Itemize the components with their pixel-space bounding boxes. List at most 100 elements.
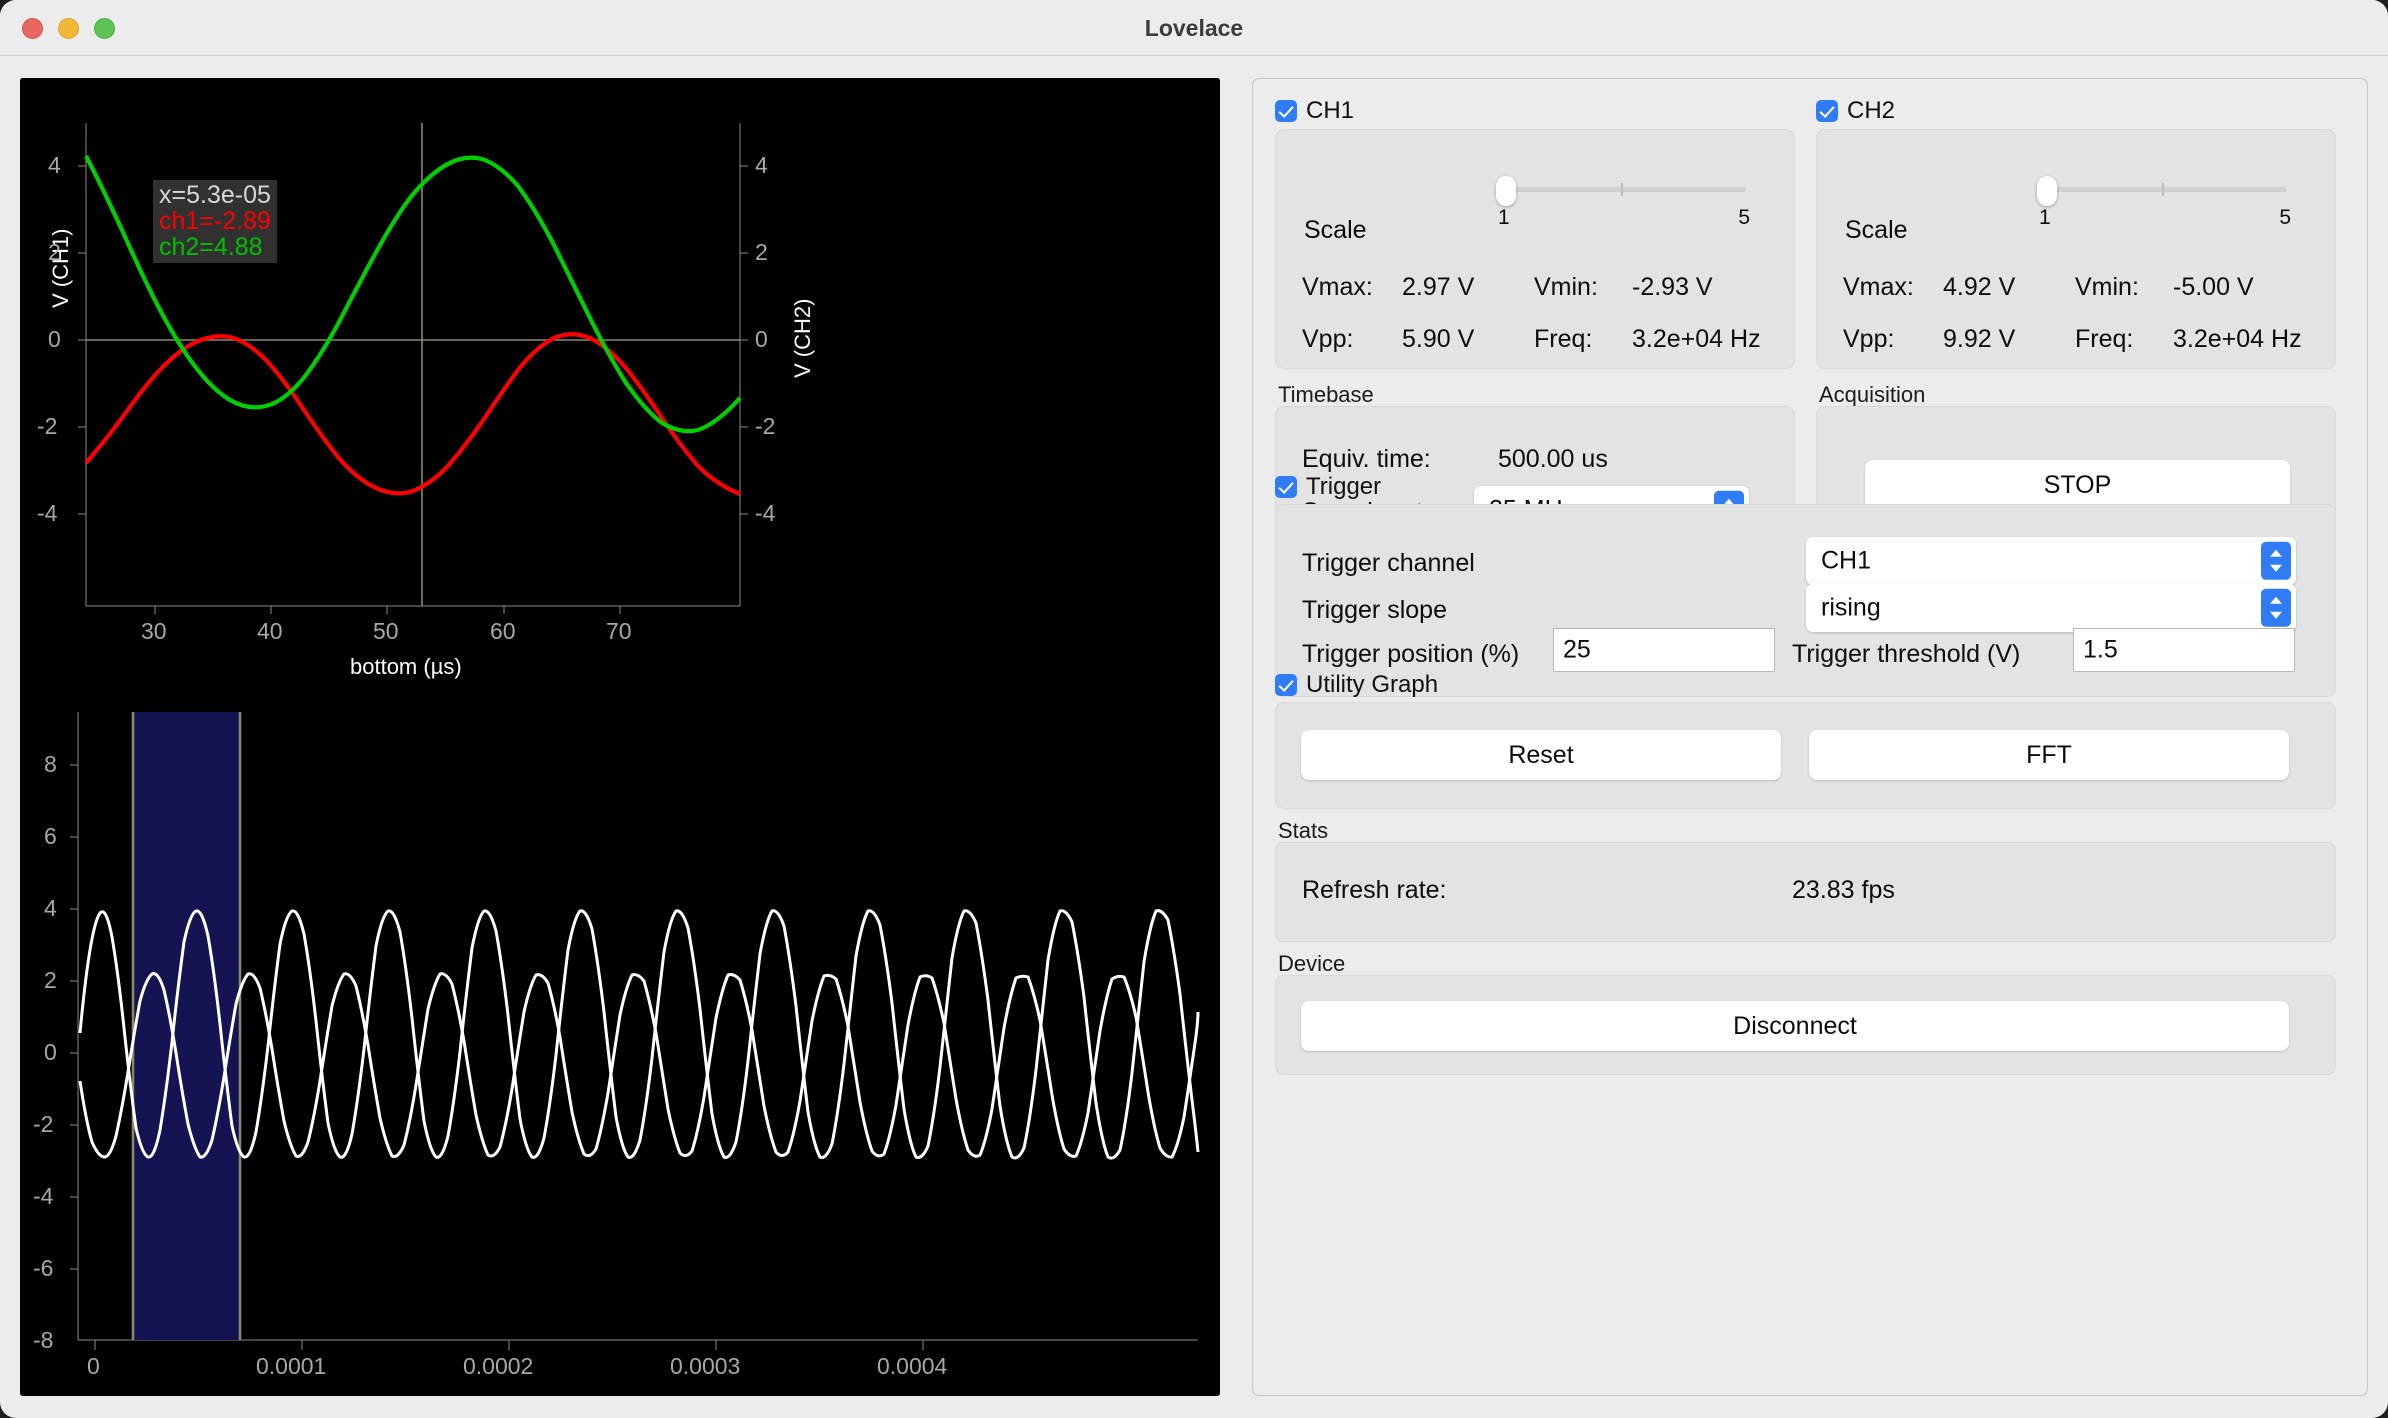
stop-button[interactable]: STOP — [1865, 460, 2290, 510]
util-xtick-0.0003: 0.0003 — [670, 1353, 741, 1379]
slider-midtick-icon — [1621, 183, 1623, 196]
refresh-rate-value: 23.83 fps — [1792, 876, 1895, 904]
util-xtick-0.0002: 0.0002 — [463, 1353, 534, 1379]
right-ytick-neg4: -4 — [755, 500, 776, 526]
stats-group: Refresh rate: 23.83 fps — [1275, 842, 2336, 942]
ch1-enable-checkbox[interactable]: CH1 — [1275, 97, 1354, 125]
trigger-position-value: 25 — [1563, 635, 1591, 664]
util-ytick-neg4: -4 — [33, 1183, 54, 1209]
slider-knob[interactable] — [1496, 176, 1516, 206]
trigger-threshold-input[interactable]: 1.5 — [2073, 628, 2295, 672]
ch2-scale-slider[interactable]: 1 5 — [2037, 176, 2291, 229]
left-ytick-neg2: -2 — [37, 413, 58, 439]
stepper-chevrons-icon[interactable] — [2261, 541, 2291, 581]
right-ytick-neg2: -2 — [755, 413, 776, 439]
ch1-scale-min: 1 — [1498, 206, 1510, 229]
utility-overview-svg — [20, 690, 1220, 1396]
cursor-readout: x=5.3e-05 ch1=-2.89 ch2=4.88 — [153, 180, 277, 263]
device-title: Device — [1278, 951, 1346, 976]
fft-button[interactable]: FFT — [1809, 730, 2289, 780]
ch1-scale-label: Scale — [1304, 216, 1367, 244]
trigger-channel-label: Trigger channel — [1302, 549, 1475, 577]
ch2-freq-value: 3.2e+04 Hz — [2173, 325, 2302, 353]
slider-knob[interactable] — [2037, 176, 2057, 206]
ch1-vmax-label: Vmax: — [1302, 273, 1373, 301]
ch1-vpp-value: 5.90 V — [1402, 325, 1475, 353]
trigger-group: Trigger channel CH1 Trigger slope rising… — [1275, 504, 2336, 697]
ch2-freq-label: Freq: — [2075, 325, 2134, 353]
stats-title: Stats — [1278, 818, 1329, 843]
window-title: Lovelace — [1144, 15, 1244, 41]
left-ytick-4: 4 — [48, 152, 61, 178]
ch2-scale-max: 5 — [2279, 206, 2291, 229]
ch2-vpp-label: Vpp: — [1843, 325, 1895, 353]
util-ytick-6: 6 — [44, 823, 57, 849]
util-xtick-0: 0 — [87, 1353, 100, 1379]
trigger-enable-checkbox[interactable]: Trigger — [1275, 473, 1381, 501]
ch2-vmin-label: Vmin: — [2075, 273, 2139, 301]
right-ytick-4: 4 — [755, 152, 768, 178]
trigger-channel-select[interactable]: CH1 — [1806, 537, 2296, 585]
util-ytick-neg2: -2 — [33, 1111, 54, 1137]
title-bar: Lovelace — [0, 0, 2388, 56]
equiv-time-value: 500.00 us — [1498, 445, 1608, 473]
ch1-vpp-label: Vpp: — [1302, 325, 1354, 353]
utility-graph-group: Reset FFT — [1275, 702, 2336, 809]
refresh-rate-label: Refresh rate: — [1302, 876, 1447, 904]
checkbox-icon — [1275, 674, 1297, 696]
region-selector — [131, 712, 242, 1340]
xtick-30: 30 — [141, 618, 167, 644]
trigger-position-input[interactable]: 25 — [1553, 628, 1775, 672]
trigger-channel-value: CH1 — [1821, 546, 1872, 575]
control-panel: CH1 Scale 1 5 Vmax: 2.97 V Vmin: -2.93 V… — [1252, 78, 2368, 1396]
reset-button[interactable]: Reset — [1301, 730, 1781, 780]
left-ytick-2: 2 — [48, 239, 61, 265]
plot-container: V (CH1) 4 2 0 -2 -4 V (CH2) 4 2 0 -2 -4 … — [20, 78, 1220, 1396]
trigger-slope-value: rising — [1821, 593, 1881, 622]
main-scope-svg — [20, 78, 1220, 678]
trigger-slope-select[interactable]: rising — [1806, 584, 2296, 632]
ch1-vmax-value: 2.97 V — [1402, 273, 1475, 301]
right-axis-title: V (CH2) — [790, 298, 815, 378]
equiv-time-label: Equiv. time: — [1302, 445, 1431, 473]
timebase-title: Timebase — [1278, 382, 1374, 407]
right-ytick-0: 0 — [755, 326, 768, 352]
util-ytick-4: 4 — [44, 895, 57, 921]
checkbox-icon — [1816, 100, 1838, 122]
ch2-vmax-value: 4.92 V — [1943, 273, 2016, 301]
ch2-enable-checkbox[interactable]: CH2 — [1816, 97, 1895, 125]
app-window: Lovelace V (CH1) 4 2 0 -2 -4 V (CH2) 4 2… — [0, 0, 2388, 1418]
util-ytick-neg8: -8 — [33, 1327, 54, 1353]
device-group: Disconnect — [1275, 975, 2336, 1075]
disconnect-button[interactable]: Disconnect — [1301, 1001, 2289, 1051]
xtick-50: 50 — [373, 618, 399, 644]
slider-midtick-icon — [2162, 183, 2164, 196]
left-ytick-0: 0 — [48, 326, 61, 352]
cursor-ch2-value: ch2=4.88 — [159, 233, 263, 261]
trigger-threshold-value: 1.5 — [2083, 635, 2118, 664]
ch2-label: CH2 — [1847, 97, 1896, 124]
utility-overview-plot[interactable]: 8 6 4 2 0 -2 -4 -6 -8 0 0.0001 0.0002 0.… — [20, 690, 1220, 1396]
util-ytick-8: 8 — [44, 751, 57, 777]
xtick-70: 70 — [606, 618, 632, 644]
ch1-vmin-label: Vmin: — [1534, 273, 1598, 301]
stepper-chevrons-icon[interactable] — [2261, 588, 2291, 628]
ch2-vmin-value: -5.00 V — [2173, 273, 2254, 301]
xtick-60: 60 — [490, 618, 516, 644]
right-ytick-2: 2 — [755, 239, 768, 265]
left-ytick-neg4: -4 — [37, 500, 58, 526]
trigger-threshold-label: Trigger threshold (V) — [1792, 640, 2021, 668]
cursor-ch1-value: ch1=-2.89 — [159, 207, 271, 235]
ch1-freq-label: Freq: — [1534, 325, 1593, 353]
util-ytick-2: 2 — [44, 967, 57, 993]
checkbox-icon — [1275, 476, 1297, 498]
utility-graph-enable-checkbox[interactable]: Utility Graph — [1275, 671, 1438, 699]
ch2-group: Scale 1 5 Vmax: 4.92 V Vmin: -5.00 V Vpp… — [1816, 129, 2336, 369]
bottom-axis-title: bottom (µs) — [350, 654, 462, 679]
ch1-group: Scale 1 5 Vmax: 2.97 V Vmin: -2.93 V Vpp… — [1275, 129, 1795, 369]
trigger-slope-label: Trigger slope — [1302, 596, 1447, 624]
main-scope-plot[interactable]: V (CH1) 4 2 0 -2 -4 V (CH2) 4 2 0 -2 -4 … — [20, 78, 1220, 679]
utility-graph-title: Utility Graph — [1306, 671, 1439, 698]
ch1-scale-max: 5 — [1738, 206, 1750, 229]
ch1-scale-slider[interactable]: 1 5 — [1496, 176, 1750, 229]
